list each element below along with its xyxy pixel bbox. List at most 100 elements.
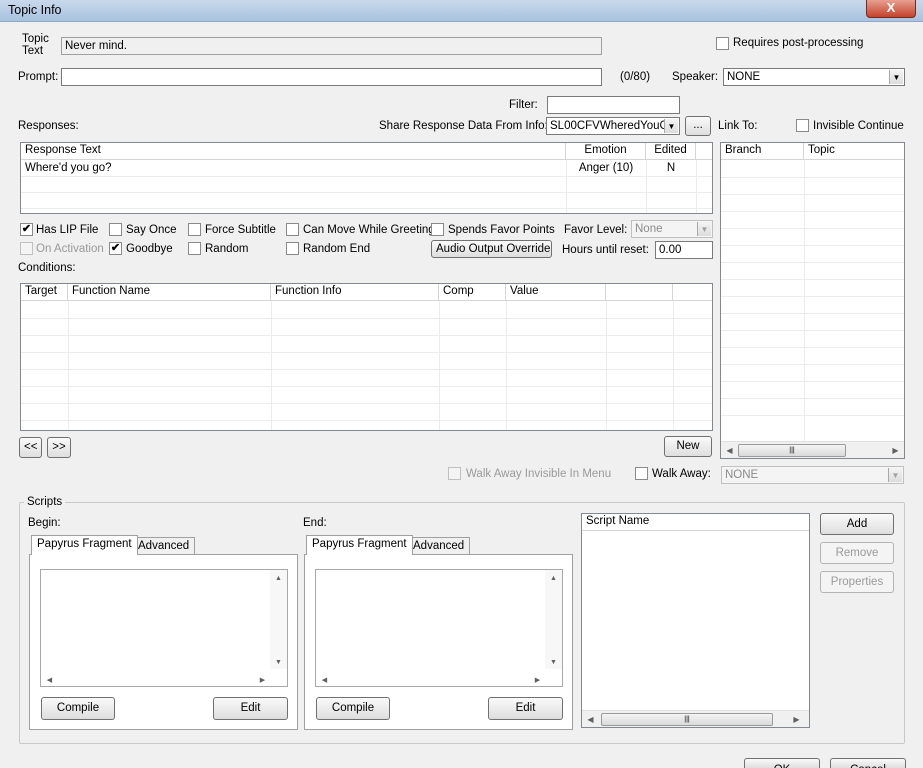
say-once-label: Say Once	[126, 224, 177, 236]
on-activation-checkbox[interactable]	[20, 242, 33, 255]
begin-edit-button[interactable]: Edit	[213, 697, 288, 720]
response-text-cell: Where'd you go?	[25, 162, 112, 174]
random-end-checkbox[interactable]	[286, 242, 299, 255]
script-name-list[interactable]: Script Name ◀ ||| ▶	[581, 513, 810, 728]
scroll-down-icon[interactable]: ▼	[547, 656, 560, 669]
spends-favor-points-label: Spends Favor Points	[448, 224, 555, 236]
end-vscrollbar[interactable]: ▲ ▼	[545, 570, 562, 669]
end-edit-button[interactable]: Edit	[488, 697, 563, 720]
column-function-info[interactable]: Function Info	[271, 284, 439, 301]
conditions-label: Conditions:	[18, 262, 76, 274]
scroll-left-icon[interactable]: ◀	[723, 444, 736, 457]
remove-script-button[interactable]: Remove	[820, 542, 894, 564]
conditions-new-button[interactable]: New	[664, 436, 712, 457]
scroll-right-icon[interactable]: ▶	[531, 674, 544, 687]
begin-label: Begin:	[28, 517, 61, 529]
column-topic[interactable]: Topic	[804, 143, 904, 160]
column-edited[interactable]: Edited	[646, 143, 696, 160]
conditions-next-button[interactable]: >>	[47, 437, 71, 458]
script-properties-button[interactable]: Properties	[820, 571, 894, 593]
conditions-prev-button[interactable]: <<	[19, 437, 42, 458]
force-subtitle-label: Force Subtitle	[205, 224, 276, 236]
prompt-label: Prompt:	[18, 71, 59, 83]
scroll-up-icon[interactable]: ▲	[547, 572, 560, 585]
column-comp[interactable]: Comp	[439, 284, 506, 301]
requires-post-processing-checkbox[interactable]	[716, 37, 729, 50]
share-response-select[interactable]: SL00CFVWheredYouGo ▼	[546, 117, 680, 135]
can-move-while-greeting-checkbox[interactable]	[286, 223, 299, 236]
has-lip-file-checkbox[interactable]: ✔	[20, 223, 33, 236]
invisible-continue-checkbox[interactable]	[796, 119, 809, 132]
filter-input[interactable]	[547, 96, 680, 114]
chevron-down-icon: ▼	[889, 70, 903, 84]
column-script-name[interactable]: Script Name	[582, 514, 809, 531]
begin-script-editor[interactable]: ▲ ▼ ◀ ▶	[40, 569, 288, 687]
invisible-continue-label: Invisible Continue	[813, 120, 904, 132]
begin-compile-button[interactable]: Compile	[41, 697, 115, 720]
hours-until-reset-input[interactable]: 0.00	[655, 241, 713, 259]
responses-list[interactable]: Response Text Emotion Edited Where'd you…	[20, 142, 713, 214]
scroll-down-icon[interactable]: ▼	[272, 656, 285, 669]
walk-away-checkbox[interactable]	[635, 467, 648, 480]
emotion-cell: Anger (10)	[578, 162, 634, 174]
random-label: Random	[205, 243, 249, 255]
prompt-input[interactable]	[61, 68, 602, 86]
link-to-hscrollbar[interactable]: ◀ ||| ▶	[721, 441, 904, 458]
scroll-left-icon[interactable]: ◀	[43, 674, 56, 687]
scroll-left-icon[interactable]: ◀	[584, 713, 597, 726]
requires-post-processing-label: Requires post-processing	[733, 37, 864, 49]
tab-end-advanced[interactable]: Advanced	[407, 537, 471, 555]
scroll-up-icon[interactable]: ▲	[272, 572, 285, 585]
scroll-right-icon[interactable]: ▶	[790, 713, 803, 726]
chevron-down-icon: ▼	[697, 222, 711, 236]
end-script-editor[interactable]: ▲ ▼ ◀ ▶	[315, 569, 563, 687]
tab-begin-papyrus-fragment[interactable]: Papyrus Fragment	[31, 535, 138, 555]
close-button[interactable]: X	[866, 0, 916, 18]
favor-level-select[interactable]: None ▼	[631, 220, 713, 238]
share-response-browse-button[interactable]: ...	[685, 116, 711, 136]
audio-output-override-button[interactable]: Audio Output Override	[431, 240, 552, 258]
speaker-label: Speaker:	[672, 71, 719, 83]
conditions-list-header: Target Function Name Function Info Comp …	[21, 284, 712, 301]
goodbye-checkbox[interactable]: ✔	[109, 242, 122, 255]
script-name-hscrollbar[interactable]: ◀ ||| ▶	[582, 710, 809, 727]
scroll-right-icon[interactable]: ▶	[889, 444, 902, 457]
random-end-label: Random End	[303, 243, 371, 255]
add-script-button[interactable]: Add	[820, 513, 894, 535]
force-subtitle-checkbox[interactable]	[188, 223, 201, 236]
on-activation-label: On Activation	[36, 243, 104, 255]
scroll-left-icon[interactable]: ◀	[318, 674, 331, 687]
conditions-list[interactable]: Target Function Name Function Info Comp …	[20, 283, 713, 431]
column-emotion[interactable]: Emotion	[566, 143, 646, 160]
column-function-name[interactable]: Function Name	[68, 284, 271, 301]
tab-end-papyrus-fragment[interactable]: Papyrus Fragment	[306, 535, 413, 555]
scroll-thumb[interactable]: |||	[601, 713, 773, 726]
cancel-button[interactable]: Cancel	[830, 758, 906, 768]
begin-vscrollbar[interactable]: ▲ ▼	[270, 570, 287, 669]
link-to-list[interactable]: Branch Topic ◀ ||| ▶	[720, 142, 905, 459]
script-name-list-header: Script Name	[582, 514, 809, 531]
walk-away-invisible-checkbox[interactable]	[448, 467, 461, 480]
end-compile-button[interactable]: Compile	[316, 697, 390, 720]
tab-begin-advanced[interactable]: Advanced	[132, 537, 196, 555]
speaker-select[interactable]: NONE ▼	[723, 68, 905, 86]
column-extra[interactable]	[606, 284, 673, 301]
ok-button[interactable]: OK	[744, 758, 820, 768]
begin-panel: ▲ ▼ ◀ ▶ Compile Edit	[29, 554, 298, 730]
responses-label: Responses:	[18, 120, 79, 132]
column-response-text[interactable]: Response Text	[21, 143, 566, 160]
scroll-right-icon[interactable]: ▶	[256, 674, 269, 687]
column-value[interactable]: Value	[506, 284, 606, 301]
spends-favor-points-checkbox[interactable]	[431, 223, 444, 236]
walk-away-select[interactable]: NONE ▼	[721, 466, 904, 484]
goodbye-label: Goodbye	[126, 243, 173, 255]
column-branch[interactable]: Branch	[721, 143, 804, 160]
table-row[interactable]: Where'd you go? Anger (10) N	[21, 161, 712, 177]
scroll-thumb[interactable]: |||	[738, 444, 846, 457]
hours-until-reset-label: Hours until reset:	[562, 244, 649, 256]
walk-away-invisible-label: Walk Away Invisible In Menu	[466, 468, 612, 480]
say-once-checkbox[interactable]	[109, 223, 122, 236]
topic-text-field[interactable]: Never mind.	[61, 37, 602, 55]
column-target[interactable]: Target	[21, 284, 68, 301]
random-checkbox[interactable]	[188, 242, 201, 255]
